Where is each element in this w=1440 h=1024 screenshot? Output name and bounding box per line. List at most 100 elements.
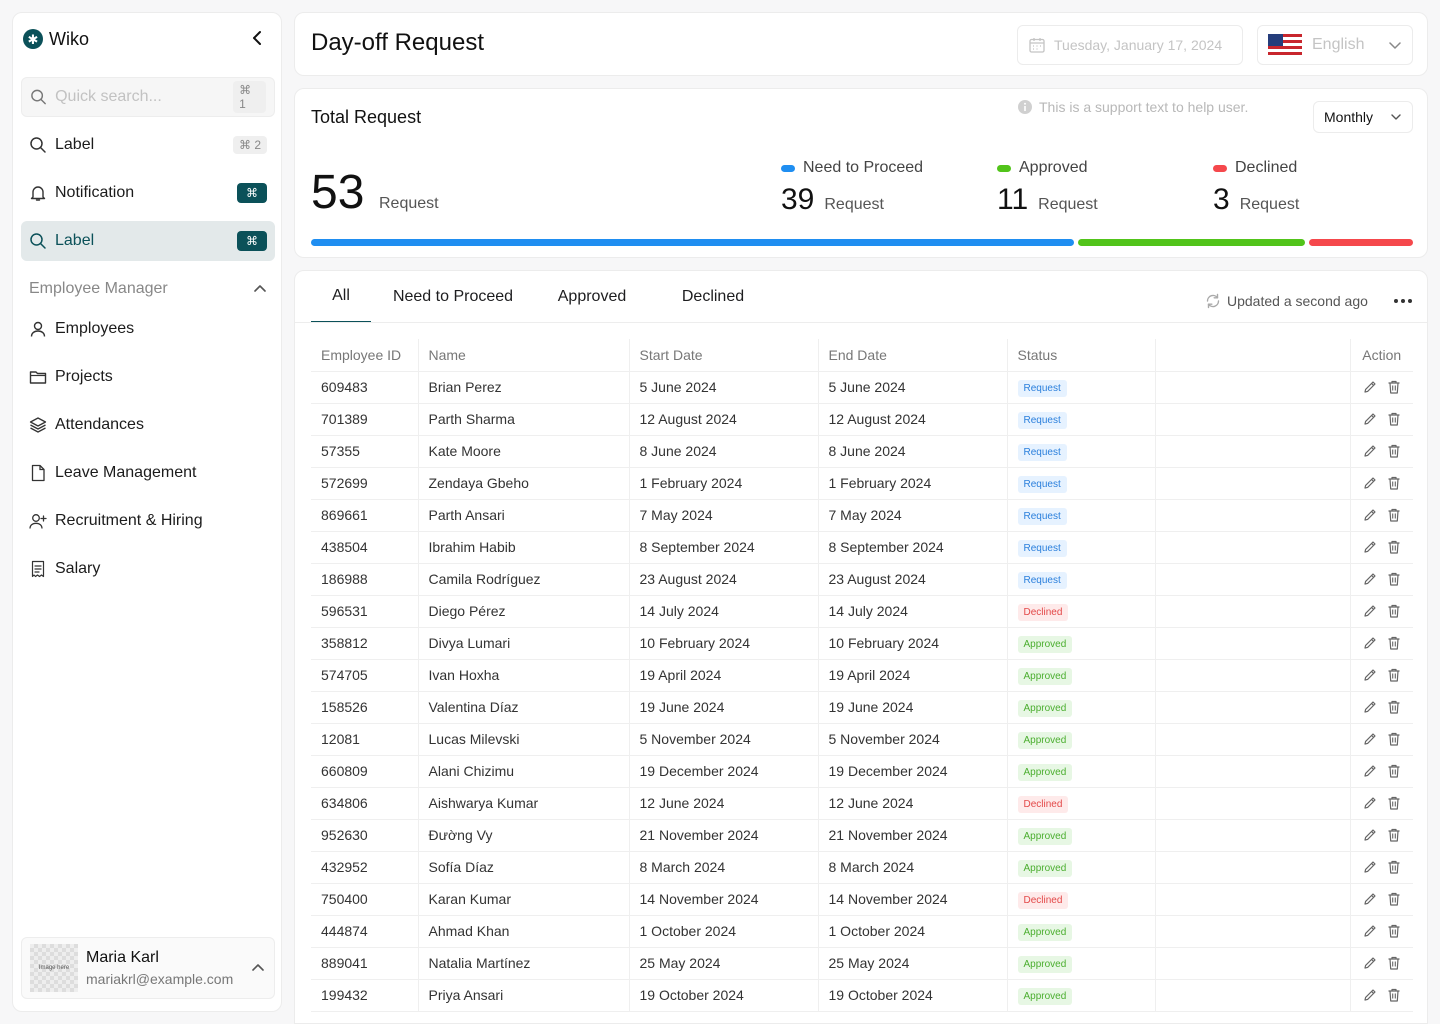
trash-icon[interactable] [1386,603,1402,619]
status-badge: Request [1017,475,1067,493]
trash-icon[interactable] [1386,571,1402,587]
sidebar-item-label: Leave Management [55,464,197,481]
trash-icon[interactable] [1386,475,1402,491]
table-row: 660809 Alani Chizimu 19 December 2024 19 De… [311,755,1413,788]
trash-icon[interactable] [1386,859,1402,875]
stat-declined: Declined 3 Request [1213,159,1299,217]
status-badge: Request [1017,539,1067,557]
quick-search[interactable]: ⌘ 1 [21,77,275,117]
shortcut-badge: ⌘ [237,231,267,251]
trash-icon[interactable] [1386,699,1402,715]
trash-icon[interactable] [1386,987,1402,1003]
pencil-icon[interactable] [1362,795,1378,811]
user-card[interactable]: Image here Maria Karl mariakrl@example.c… [21,937,275,999]
nav-item-notification[interactable]: Notification ⌘ [21,173,275,213]
pencil-icon[interactable] [1362,475,1378,491]
table-row: 609483 Brian Perez 5 June 2024 5 June 2024 R… [311,371,1413,404]
pencil-icon[interactable] [1362,379,1378,395]
employee-name: Sofía Díaz [418,851,630,884]
nav-item-label[interactable]: Label ⌘ 2 [21,125,275,165]
pencil-icon[interactable] [1362,891,1378,907]
pencil-icon[interactable] [1362,827,1378,843]
table-row: 438504 Ibrahim Habib 8 September 2024 8 Sep… [311,531,1413,564]
empty-cell [1155,595,1351,628]
pencil-icon[interactable] [1362,603,1378,619]
trash-icon[interactable] [1386,795,1402,811]
trash-icon[interactable] [1386,507,1402,523]
action-cell [1350,851,1413,884]
tab-approved[interactable]: Approved [535,271,649,323]
trash-icon[interactable] [1386,539,1402,555]
tab-need-to-proceed[interactable]: Need to Proceed [371,271,535,323]
pencil-icon[interactable] [1362,507,1378,523]
trash-icon[interactable] [1386,411,1402,427]
pencil-icon[interactable] [1362,987,1378,1003]
sidebar-item-employees[interactable]: Employees [21,309,275,349]
trash-icon[interactable] [1386,955,1402,971]
sidebar-item-attendances[interactable]: Attendances [21,405,275,445]
pencil-icon[interactable] [1362,571,1378,587]
pencil-icon[interactable] [1362,699,1378,715]
search-input[interactable] [55,88,226,106]
table-row: 634806 Aishwarya Kumar 12 June 2024 12 June… [311,787,1413,820]
trash-icon[interactable] [1386,763,1402,779]
status-badge: Approved [1017,923,1073,941]
pencil-icon[interactable] [1362,443,1378,459]
sidebar-item-recruitment[interactable]: Recruitment & Hiring [21,501,275,541]
end-date: 12 June 2024 [818,787,1008,820]
end-date: 25 May 2024 [818,947,1008,980]
sidebar-item-leave-management[interactable]: Leave Management [21,453,275,493]
trash-icon[interactable] [1386,635,1402,651]
action-cell [1350,979,1413,1012]
status-cell: Request [1007,467,1156,500]
empty-cell [1155,371,1351,404]
period-select[interactable]: Monthly [1313,101,1413,133]
trash-icon[interactable] [1386,923,1402,939]
column-header [1155,339,1351,372]
trash-icon[interactable] [1386,891,1402,907]
pencil-icon[interactable] [1362,635,1378,651]
date-picker[interactable]: Tuesday, January 17, 2024 [1017,25,1243,65]
nav-item-label-active[interactable]: Label ⌘ [21,221,275,261]
trash-icon[interactable] [1386,667,1402,683]
pencil-icon[interactable] [1362,731,1378,747]
table-row: 199432 Priya Ansari 19 October 2024 19 Octo… [311,979,1413,1012]
search-shortcut: ⌘ 1 [233,81,266,113]
search-icon [30,233,46,249]
action-cell [1350,627,1413,660]
status-cell: Request [1007,403,1156,436]
chevron-up-icon[interactable] [250,960,266,976]
language-select[interactable]: English [1257,25,1413,65]
employee-name: Camila Rodríguez [418,563,630,596]
employee-name: Diego Pérez [418,595,630,628]
section-employee-manager[interactable]: Employee Manager [29,277,267,301]
employee-name: Ibrahim Habib [418,531,630,564]
pencil-icon[interactable] [1362,763,1378,779]
action-cell [1350,787,1413,820]
trash-icon[interactable] [1386,443,1402,459]
start-date: 25 May 2024 [629,947,819,980]
pencil-icon[interactable] [1362,955,1378,971]
end-date: 8 September 2024 [818,531,1008,564]
tab-all[interactable]: All [311,271,371,323]
chevron-left-icon[interactable] [249,29,267,47]
sidebar-item-salary[interactable]: Salary [21,549,275,589]
column-header: Action [1350,339,1413,372]
pencil-icon[interactable] [1362,667,1378,683]
pencil-icon[interactable] [1362,539,1378,555]
trash-icon[interactable] [1386,827,1402,843]
employee-name: Parth Ansari [418,499,630,532]
pencil-icon[interactable] [1362,859,1378,875]
status-cell: Request [1007,531,1156,564]
action-cell [1350,915,1413,948]
action-cell [1350,499,1413,532]
sidebar-item-projects[interactable]: Projects [21,357,275,397]
tab-declined[interactable]: Declined [649,271,777,323]
start-date: 7 May 2024 [629,499,819,532]
more-options-icon[interactable] [1389,291,1417,311]
trash-icon[interactable] [1386,379,1402,395]
pencil-icon[interactable] [1362,923,1378,939]
pencil-icon[interactable] [1362,411,1378,427]
refresh-icon[interactable] [1205,293,1221,309]
trash-icon[interactable] [1386,731,1402,747]
